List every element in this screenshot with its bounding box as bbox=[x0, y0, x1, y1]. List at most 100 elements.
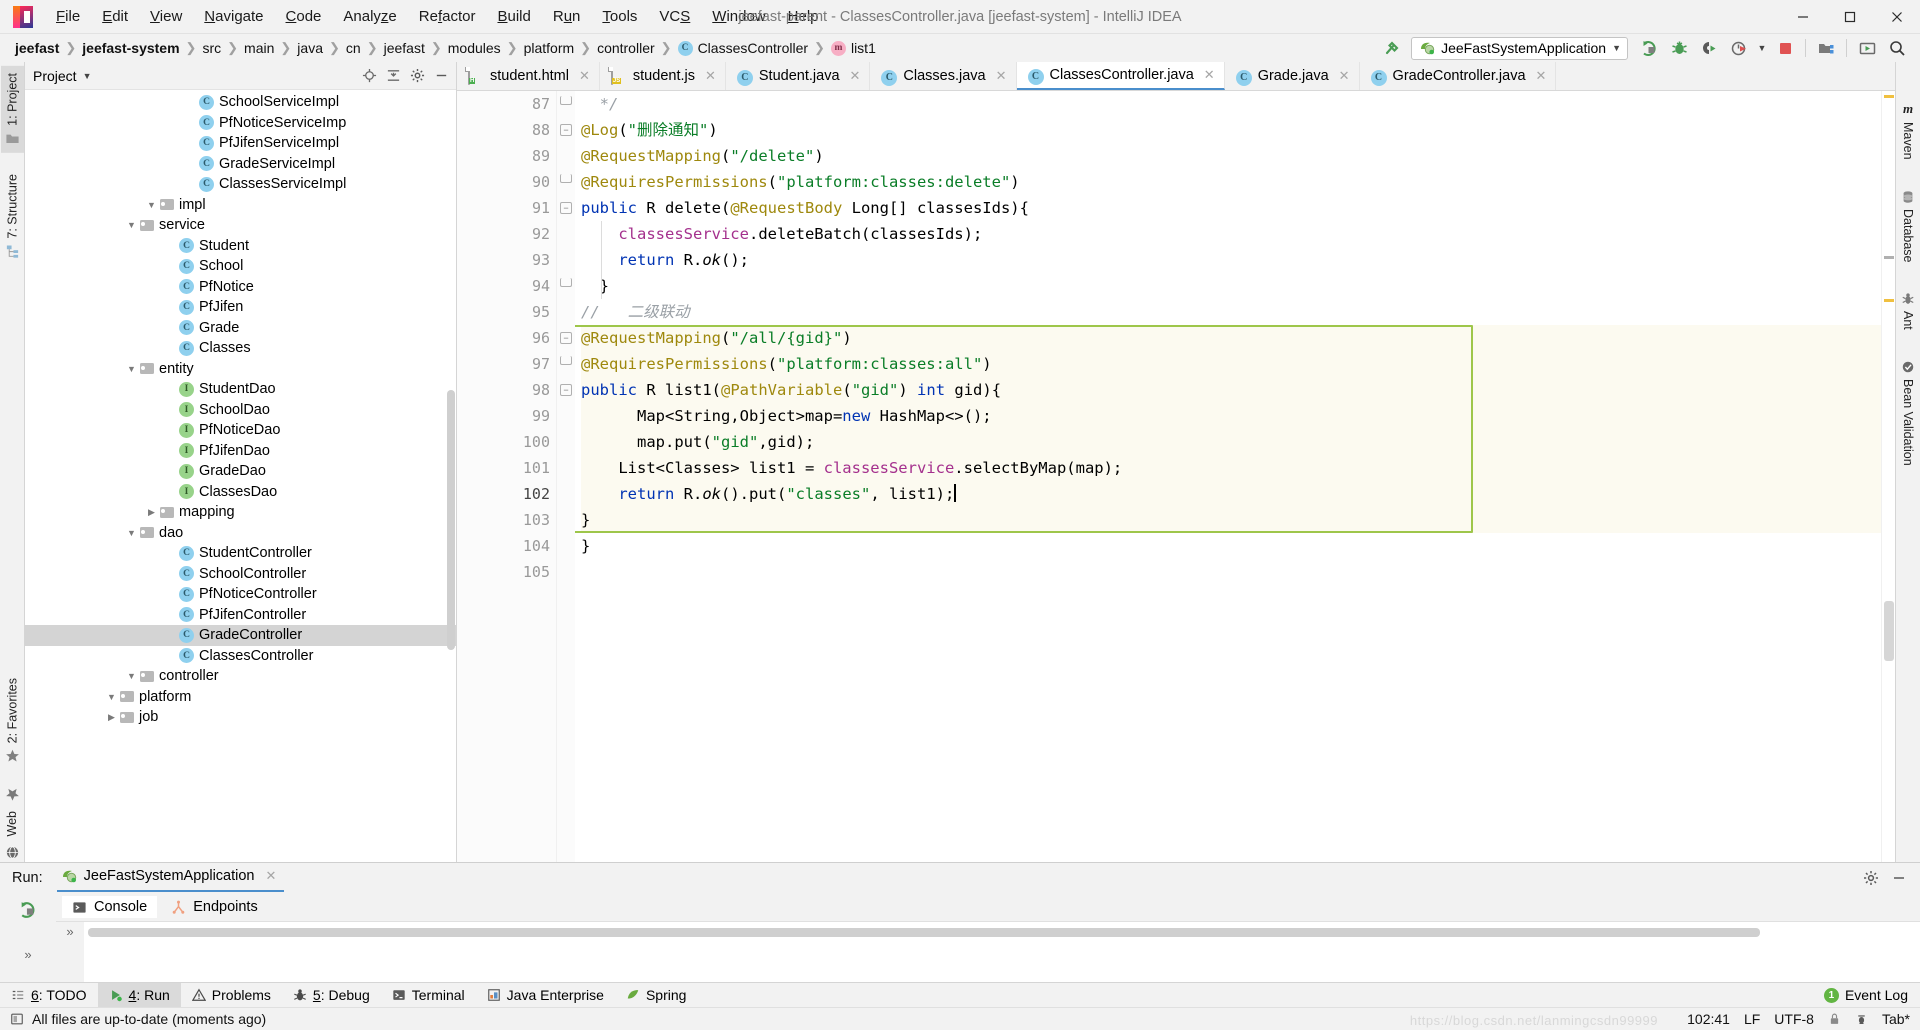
menu-analyze[interactable]: Analyze bbox=[332, 5, 407, 28]
minimize-button[interactable] bbox=[1779, 0, 1826, 34]
tree-item[interactable]: C ClassesServiceImpl bbox=[25, 174, 456, 195]
chevron-down-icon[interactable]: ▼ bbox=[83, 71, 92, 81]
sidebar-item-structure[interactable]: 7: Structure bbox=[1, 167, 24, 266]
tree-item[interactable]: C ClassesController bbox=[25, 646, 456, 667]
run-with-coverage-icon[interactable] bbox=[1694, 36, 1724, 60]
menu-run[interactable]: Run bbox=[542, 5, 592, 28]
sidebar-item-favorites-star[interactable] bbox=[1, 785, 24, 804]
fold-collapse-icon[interactable]: − bbox=[560, 332, 572, 344]
tree-scrollbar[interactable] bbox=[447, 390, 455, 650]
hide-panel-icon[interactable] bbox=[430, 65, 452, 87]
editor-tab[interactable]: C Classes.java ✕ bbox=[870, 62, 1017, 90]
marker-scroll-thumb[interactable] bbox=[1884, 601, 1894, 661]
fold-end-icon[interactable] bbox=[560, 96, 572, 105]
caret-position[interactable]: 102:41 bbox=[1687, 1011, 1730, 1027]
editor-fold-column[interactable]: − − − − bbox=[557, 91, 575, 862]
tree-item[interactable]: job bbox=[25, 707, 456, 728]
editor-tab[interactable]: C ClassesController.java ✕ bbox=[1016, 62, 1225, 90]
sidebar-item-ant[interactable]: Ant bbox=[1897, 283, 1919, 339]
close-icon[interactable]: ✕ bbox=[705, 68, 716, 84]
hide-panel-icon[interactable] bbox=[1888, 867, 1910, 889]
sidebar-item-bean-validation[interactable]: Bean Validation bbox=[1897, 351, 1919, 475]
lock-icon[interactable] bbox=[1828, 1012, 1841, 1026]
breadcrumb-item-8[interactable]: platform bbox=[519, 39, 580, 57]
tree-item[interactable]: I GradeDao bbox=[25, 461, 456, 482]
close-icon[interactable]: ✕ bbox=[1204, 67, 1215, 83]
settings-gear-icon[interactable] bbox=[1860, 867, 1882, 889]
menu-view[interactable]: View bbox=[139, 5, 193, 28]
code-line[interactable]: @Log("删除通知") bbox=[581, 117, 1881, 143]
code-line[interactable]: return R.ok().put("classes", list1); bbox=[581, 481, 1881, 507]
expand-markers-right[interactable]: » bbox=[56, 922, 84, 982]
breadcrumb-item-1[interactable]: jeefast-system bbox=[77, 39, 184, 57]
run-configuration-selector[interactable]: JeeFastSystemApplication ▼ bbox=[1411, 36, 1628, 60]
editor-tab[interactable]: C GradeController.java ✕ bbox=[1359, 62, 1557, 90]
event-log-label[interactable]: Event Log bbox=[1845, 987, 1908, 1003]
menu-refactor[interactable]: Refactor bbox=[408, 5, 487, 28]
close-icon[interactable]: ✕ bbox=[579, 68, 590, 84]
editor-tab[interactable]: C Student.java ✕ bbox=[725, 62, 871, 90]
collapse-all-icon[interactable] bbox=[382, 65, 404, 87]
chevron-down-icon[interactable]: ▼ bbox=[1612, 43, 1621, 53]
fold-collapse-icon[interactable]: − bbox=[560, 124, 572, 136]
code-content[interactable]: */@Log("删除通知") @RequestMapping("/delete")… bbox=[575, 91, 1881, 862]
tree-item[interactable]: C SchoolServiceImpl bbox=[25, 92, 456, 113]
fold-collapse-icon[interactable]: − bbox=[560, 384, 572, 396]
project-tree[interactable]: C SchoolServiceImpl C PfNoticeServiceImp C Pf… bbox=[25, 90, 456, 862]
code-line[interactable]: } bbox=[581, 533, 1881, 559]
menu-file[interactable]: File bbox=[45, 5, 91, 28]
sidebar-item-favorites[interactable]: 2: Favorites bbox=[1, 671, 24, 770]
code-line[interactable] bbox=[581, 559, 1881, 585]
breadcrumb-item-0[interactable]: jeefast bbox=[10, 39, 64, 57]
tree-item[interactable]: C PfJifenController bbox=[25, 605, 456, 626]
breadcrumb-item-9[interactable]: controller bbox=[592, 39, 660, 57]
tree-item[interactable]: C GradeServiceImpl bbox=[25, 154, 456, 175]
menu-help[interactable]: Help bbox=[777, 5, 830, 28]
tree-item[interactable]: C SchoolController bbox=[25, 564, 456, 585]
tree-toggle-open-icon[interactable] bbox=[125, 364, 138, 374]
tree-item[interactable]: dao bbox=[25, 523, 456, 544]
tree-toggle-open-icon[interactable] bbox=[145, 200, 158, 210]
code-line[interactable]: List<Classes> list1 = classesService.sel… bbox=[581, 455, 1881, 481]
menu-tools[interactable]: Tools bbox=[591, 5, 648, 28]
run-icon[interactable] bbox=[1634, 36, 1664, 60]
tree-toggle-open-icon[interactable] bbox=[125, 528, 138, 538]
fold-collapse-icon[interactable]: − bbox=[560, 202, 572, 214]
console-output[interactable]: » bbox=[56, 921, 1920, 982]
breadcrumb-item-6[interactable]: jeefast bbox=[379, 39, 430, 57]
code-line[interactable]: Map<String,Object>map=new HashMap<>(); bbox=[581, 403, 1881, 429]
tree-item[interactable]: platform bbox=[25, 687, 456, 708]
tree-item[interactable]: C School bbox=[25, 256, 456, 277]
tree-toggle-open-icon[interactable] bbox=[125, 671, 138, 681]
menu-build[interactable]: Build bbox=[486, 5, 541, 28]
stop-icon[interactable] bbox=[1770, 36, 1800, 60]
sidebar-item-web[interactable]: Web bbox=[1, 804, 23, 843]
tree-toggle-closed-icon[interactable] bbox=[145, 507, 158, 518]
tree-item[interactable]: C Student bbox=[25, 236, 456, 257]
tree-item[interactable]: C PfJifen bbox=[25, 297, 456, 318]
maximize-button[interactable] bbox=[1826, 0, 1873, 34]
sidebar-item-database[interactable]: Database bbox=[1897, 181, 1919, 272]
updates-icon[interactable] bbox=[1852, 36, 1882, 60]
code-line[interactable]: } bbox=[581, 507, 1881, 533]
bottom-tab-java-enterprise[interactable]: Java Enterprise bbox=[476, 983, 615, 1007]
editor-tab[interactable]: JS student.js ✕ bbox=[599, 62, 726, 90]
settings-gear-icon[interactable] bbox=[406, 65, 428, 87]
fold-end-icon[interactable] bbox=[560, 356, 572, 365]
tree-item[interactable]: C PfNoticeController bbox=[25, 584, 456, 605]
profiler-dropdown-icon[interactable]: ▼ bbox=[1754, 36, 1770, 60]
tree-toggle-open-icon[interactable] bbox=[125, 220, 138, 230]
console-horizontal-scrollbar[interactable] bbox=[88, 928, 1760, 937]
close-icon[interactable]: ✕ bbox=[266, 868, 277, 884]
inspections-icon[interactable] bbox=[1855, 1012, 1868, 1026]
editor-tab[interactable]: Hstudent.html ✕ bbox=[457, 62, 600, 90]
sidebar-item-project[interactable]: 1: Project bbox=[0, 66, 24, 153]
tree-toggle-closed-icon[interactable] bbox=[105, 712, 118, 723]
profiler-icon[interactable] bbox=[1724, 36, 1754, 60]
breadcrumb-item-11[interactable]: m list1 bbox=[826, 39, 881, 57]
code-line[interactable]: } bbox=[581, 273, 1881, 299]
code-line[interactable]: public R delete(@RequestBody Long[] clas… bbox=[581, 195, 1881, 221]
build-hammer-icon[interactable] bbox=[1377, 36, 1407, 60]
tree-toggle-open-icon[interactable] bbox=[105, 692, 118, 702]
debug-icon[interactable] bbox=[1664, 36, 1694, 60]
